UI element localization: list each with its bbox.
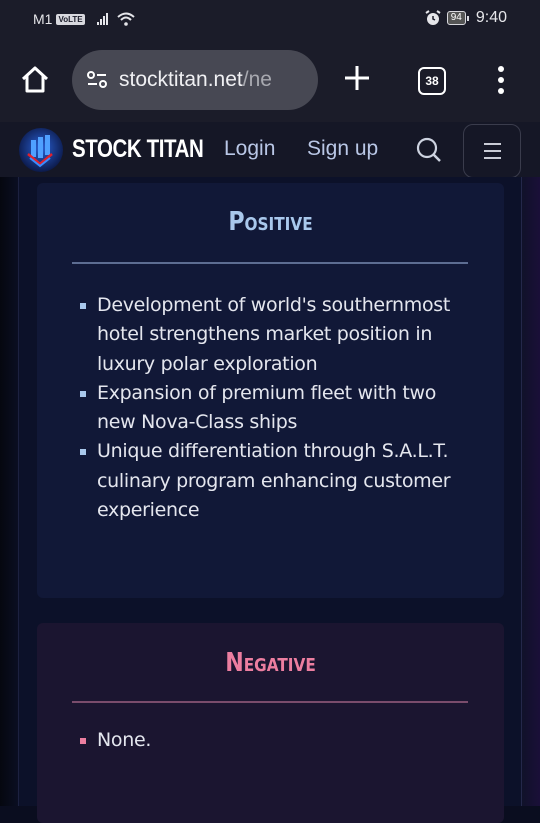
browser-toolbar: stocktitan.net/ne 38 — [0, 40, 540, 122]
url-domain: stocktitan.net — [119, 68, 243, 91]
browser-menu-icon[interactable] — [498, 66, 504, 94]
positive-card: Positive Development of world's southern… — [37, 183, 504, 598]
home-icon[interactable] — [20, 65, 50, 95]
list-item-text: Expansion of premium fleet with two new … — [97, 381, 437, 434]
positive-list: Development of world's southernmost hote… — [79, 291, 479, 525]
address-bar[interactable]: stocktitan.net/ne — [72, 50, 318, 110]
tab-switcher-button[interactable]: 38 — [418, 67, 446, 95]
content-panel: Positive Development of world's southern… — [18, 177, 522, 823]
negative-card: Negative None. — [37, 623, 504, 823]
carrier-label: M1 — [33, 11, 53, 27]
status-bar: M1 VoLTE 94 9:40 — [0, 0, 540, 40]
divider — [72, 701, 468, 703]
stock-titan-logo[interactable] — [18, 127, 64, 173]
list-item-text: None. — [97, 729, 152, 751]
list-item: None. — [79, 726, 479, 755]
url-text[interactable]: stocktitan.net/ne — [119, 68, 309, 92]
new-tab-icon[interactable] — [343, 64, 371, 92]
site-settings-icon[interactable] — [85, 68, 109, 92]
signal-icon — [96, 13, 108, 25]
bullet-icon — [80, 303, 86, 309]
negative-title: Negative — [225, 648, 316, 678]
list-item-text: Development of world's southernmost hote… — [97, 294, 451, 375]
bullet-icon — [80, 390, 86, 397]
login-link[interactable]: Login — [224, 137, 275, 161]
list-item: Expansion of premium fleet with two new … — [79, 379, 479, 438]
signup-link[interactable]: Sign up — [307, 137, 378, 161]
brand-name[interactable]: STOCK TITAN — [72, 135, 204, 164]
battery-icon: 94 — [446, 11, 470, 25]
site-header: STOCK TITAN Login Sign up — [0, 122, 540, 178]
wifi-icon — [116, 12, 135, 26]
clock: 9:40 — [475, 9, 507, 26]
positive-title: Positive — [228, 207, 313, 237]
bullet-icon — [80, 449, 86, 456]
list-item: Unique differentiation through S.A.L.T. … — [79, 437, 479, 525]
url-path: /ne — [242, 68, 272, 91]
alarm-icon — [425, 10, 441, 25]
search-icon[interactable] — [415, 136, 443, 164]
volte-badge: VoLTE — [56, 13, 85, 25]
divider — [72, 262, 468, 264]
list-item: Development of world's southernmost hote… — [79, 291, 479, 379]
list-item-text: Unique differentiation through S.A.L.T. … — [97, 440, 451, 522]
page-content: Positive Development of world's southern… — [0, 177, 540, 823]
negative-list: None. — [79, 726, 479, 755]
bullet-icon — [80, 738, 86, 744]
hamburger-menu-button[interactable] — [463, 124, 521, 178]
